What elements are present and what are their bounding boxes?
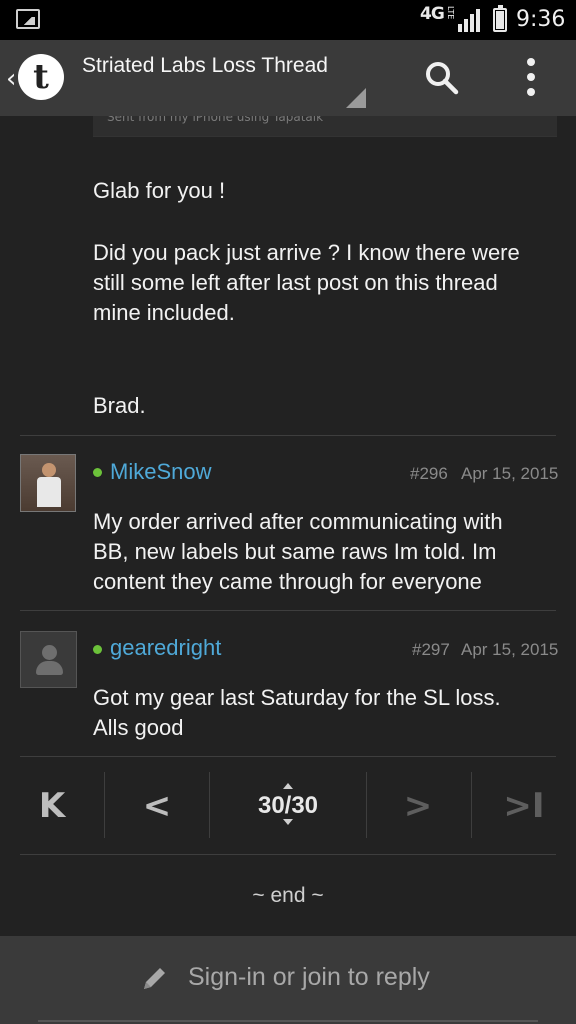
prev-page-button[interactable]: < [127, 784, 187, 828]
pagination-bar: K < 30/30 > >I [0, 756, 576, 854]
post-date: Apr 15, 2015 [461, 464, 559, 483]
avatar[interactable] [20, 454, 76, 512]
first-page-button[interactable]: K [22, 784, 82, 828]
end-of-thread-label: ~ end ~ [252, 884, 324, 907]
app-bar: ‹ t Striated Labs Loss Thread [0, 40, 576, 116]
battery-icon [493, 5, 507, 32]
pencil-icon [144, 968, 165, 989]
status-time: 9:36 [516, 7, 566, 32]
pager-divider [20, 854, 556, 855]
network-sub-label: LTE [446, 6, 455, 20]
post-signature: Brad. [93, 393, 146, 418]
thread-title[interactable]: Striated Labs Loss Thread [82, 53, 342, 79]
post-number: #296 [410, 464, 448, 483]
post-body: My order arrived after communicating wit… [93, 509, 503, 594]
last-page-button: >I [494, 784, 554, 828]
post-date: Apr 15, 2015 [461, 640, 559, 659]
post-number: #297 [412, 640, 450, 659]
prev-page-icon: < [142, 786, 172, 826]
signal-strength-icon [458, 8, 484, 32]
overflow-menu-icon[interactable] [519, 58, 543, 98]
last-page-icon: >I [503, 786, 545, 826]
network-type: 4G [420, 4, 445, 24]
online-status-icon [93, 645, 102, 654]
first-page-icon: K [38, 786, 66, 826]
post-body-line: Glab for you ! [93, 178, 226, 203]
post-divider [20, 435, 556, 436]
dropdown-corner-icon[interactable] [346, 88, 366, 108]
page-down-icon[interactable] [283, 819, 293, 825]
status-bar: 4G LTE 9:36 [0, 0, 576, 40]
post-body-line: Did you pack just arrive ? I know there … [93, 240, 520, 325]
username[interactable]: gearedright [110, 635, 221, 661]
avatar[interactable] [20, 631, 77, 688]
next-page-button: > [388, 784, 448, 828]
app-logo[interactable]: t [18, 54, 64, 100]
online-status-icon [93, 468, 102, 477]
next-page-icon: > [403, 786, 433, 826]
post-body: Got my gear last Saturday for the SL los… [93, 685, 501, 740]
post-divider [20, 610, 556, 611]
image-notification-icon [16, 9, 40, 29]
quote-text: Sent from my iPhone using Tapatalk [107, 116, 324, 124]
reply-prompt[interactable]: Sign-in or join to reply [188, 963, 430, 992]
quote-block: Sent from my iPhone using Tapatalk [93, 116, 557, 137]
search-icon[interactable] [424, 60, 460, 96]
reply-underline [38, 1020, 538, 1022]
back-chevron-icon[interactable]: ‹ [6, 64, 16, 94]
username[interactable]: MikeSnow [110, 459, 211, 485]
reply-bar[interactable]: Sign-in or join to reply [0, 936, 576, 1024]
